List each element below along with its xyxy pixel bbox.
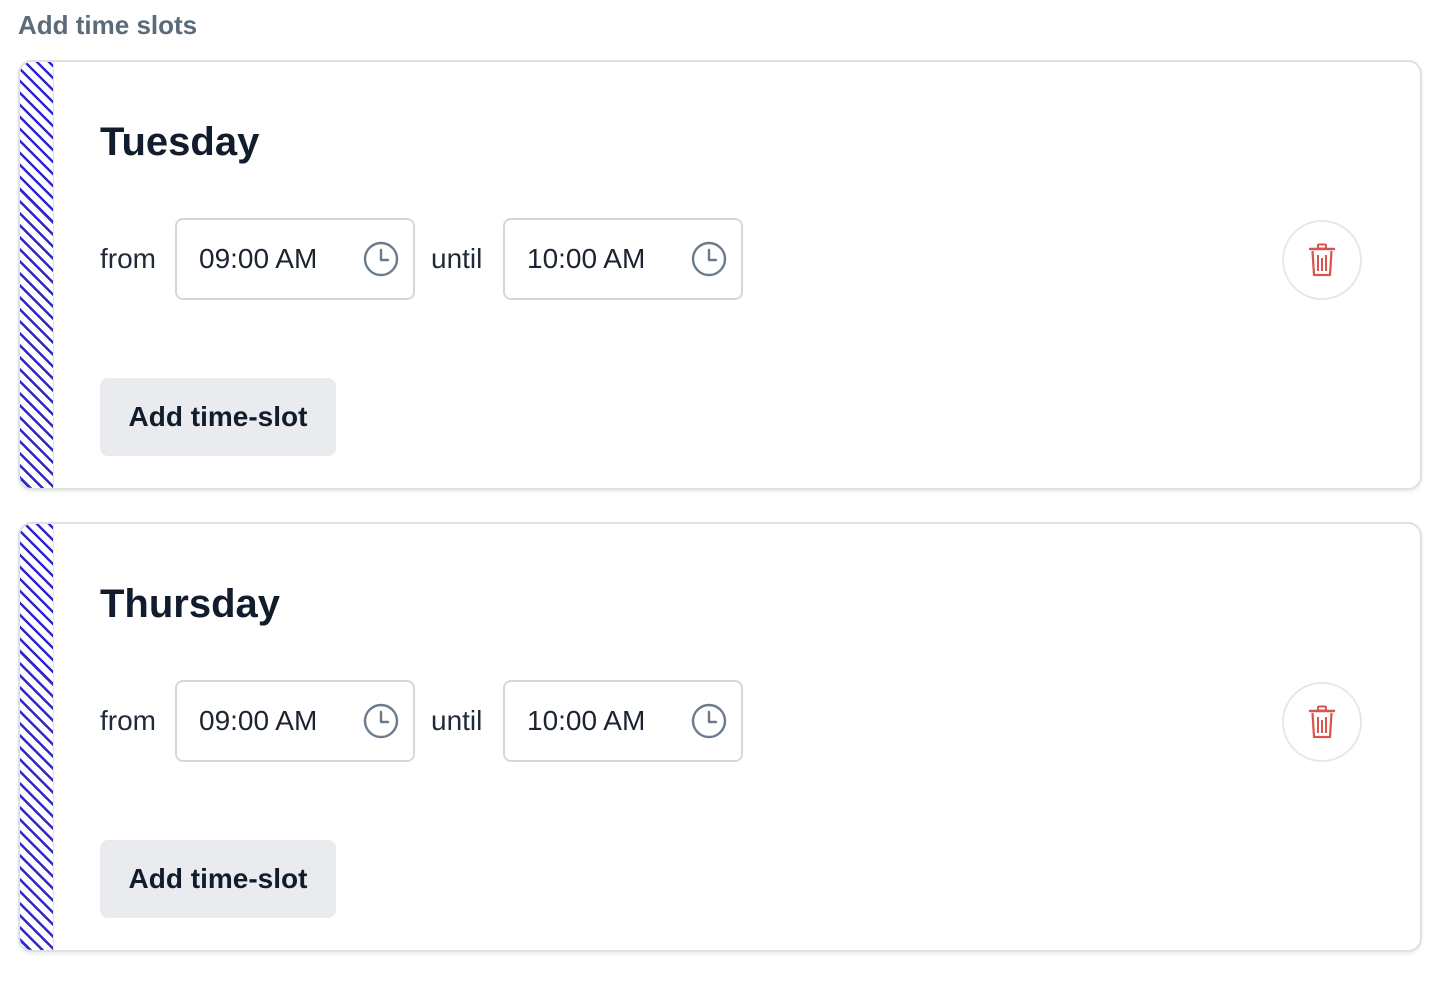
delete-slot-button[interactable] bbox=[1282, 682, 1362, 762]
add-time-slot-button[interactable]: Add time-slot bbox=[100, 378, 336, 456]
time-slot-row: from 09:00 AM until 10:00 AM bbox=[100, 218, 1362, 300]
trash-icon bbox=[1308, 705, 1336, 739]
clock-icon[interactable] bbox=[691, 703, 727, 739]
clock-icon[interactable] bbox=[363, 241, 399, 277]
trash-icon bbox=[1308, 243, 1336, 277]
card-stripe bbox=[20, 524, 54, 950]
day-cards: Tuesday from 09:00 AM until 10:00 AM Add… bbox=[18, 60, 1422, 984]
from-label: from bbox=[100, 705, 156, 736]
start-time-input[interactable]: 09:00 AM bbox=[175, 218, 415, 300]
day-card-tuesday: Tuesday from 09:00 AM until 10:00 AM Add… bbox=[18, 60, 1422, 490]
start-time-input[interactable]: 09:00 AM bbox=[175, 680, 415, 762]
day-card-thursday: Thursday from 09:00 AM until 10:00 AM Ad… bbox=[18, 522, 1422, 952]
day-title: Tuesday bbox=[100, 120, 260, 164]
clock-icon[interactable] bbox=[691, 241, 727, 277]
end-time-value: 10:00 AM bbox=[527, 705, 646, 736]
end-time-input[interactable]: 10:00 AM bbox=[503, 218, 743, 300]
end-time-value: 10:00 AM bbox=[527, 243, 646, 274]
time-slot-row: from 09:00 AM until 10:00 AM bbox=[100, 680, 1362, 762]
from-label: from bbox=[100, 243, 156, 274]
until-label: until bbox=[431, 243, 483, 274]
clock-icon[interactable] bbox=[363, 703, 399, 739]
section-title: Add time slots bbox=[18, 10, 198, 40]
end-time-input[interactable]: 10:00 AM bbox=[503, 680, 743, 762]
delete-slot-button[interactable] bbox=[1282, 220, 1362, 300]
day-title: Thursday bbox=[100, 582, 281, 626]
start-time-value: 09:00 AM bbox=[199, 705, 318, 736]
add-time-slot-button[interactable]: Add time-slot bbox=[100, 840, 336, 918]
until-label: until bbox=[431, 705, 483, 736]
card-stripe bbox=[20, 62, 54, 488]
start-time-value: 09:00 AM bbox=[199, 243, 318, 274]
